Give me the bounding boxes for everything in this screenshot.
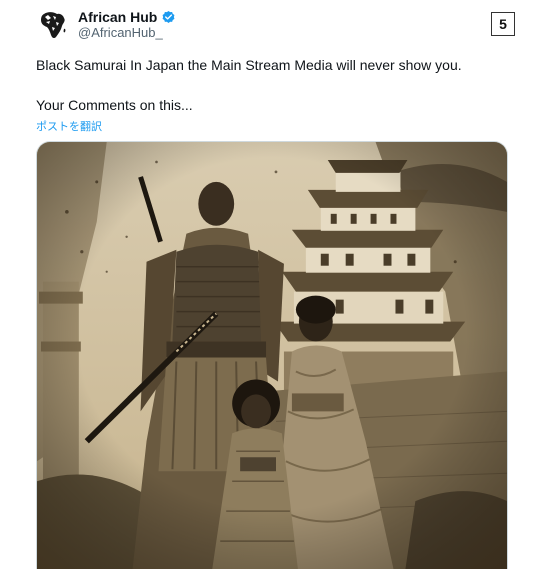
samurai-family-photo: [37, 142, 507, 569]
translate-post-link[interactable]: ポストを翻訳: [36, 118, 102, 134]
tweet-text-line2: Your Comments on this...: [36, 97, 193, 113]
author-display-name[interactable]: African Hub: [78, 9, 157, 25]
tweet-text-line1: Black Samurai In Japan the Main Stream M…: [36, 57, 462, 73]
tweet-card: African Hub @AfricanHub_ 5 Black Samurai…: [0, 0, 540, 569]
display-name-row: African Hub: [78, 9, 176, 25]
verified-badge-icon: [162, 10, 175, 23]
author-handle[interactable]: @AfricanHub_: [78, 25, 176, 41]
africa-map-avatar[interactable]: [36, 8, 70, 42]
tweet-header: African Hub @AfricanHub_: [36, 8, 176, 42]
number-badge: 5: [491, 12, 515, 36]
author-names: African Hub @AfricanHub_: [78, 9, 176, 41]
tweet-image[interactable]: [36, 141, 508, 569]
